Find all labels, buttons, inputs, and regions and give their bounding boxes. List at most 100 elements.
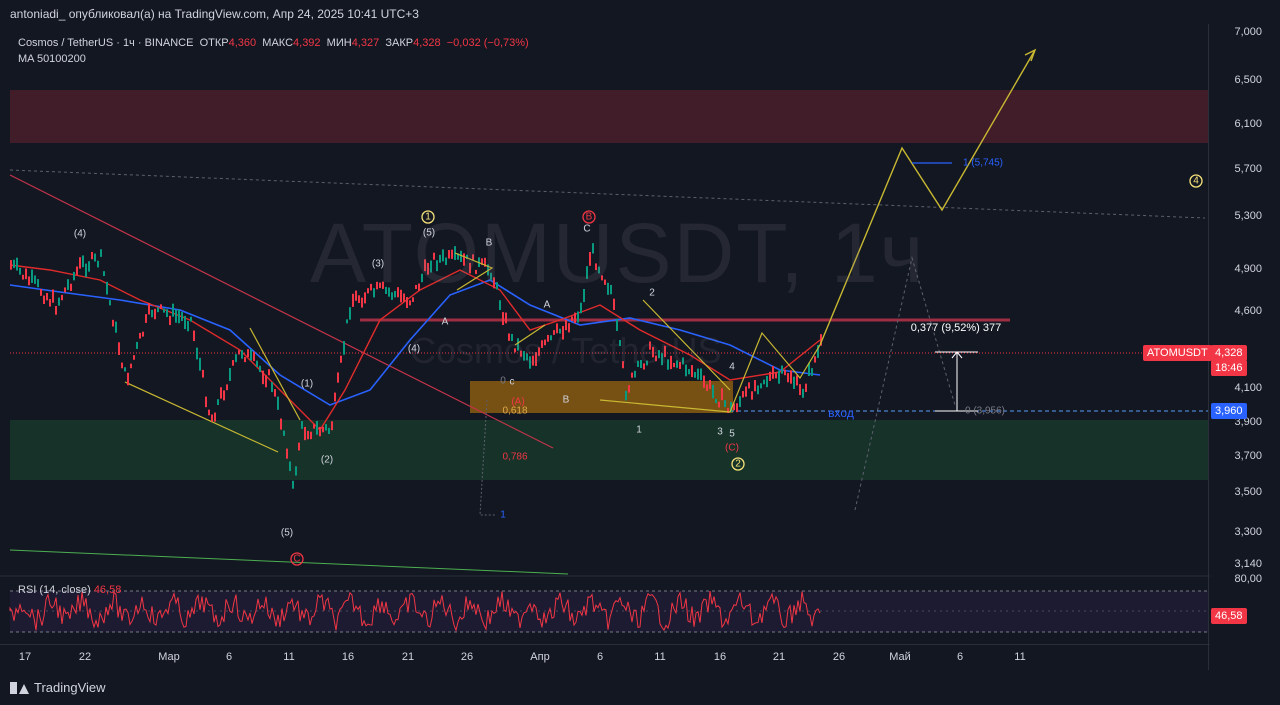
candle [211, 414, 213, 422]
candle [307, 430, 309, 440]
legend-symbol[interactable]: Cosmos / TetherUS · 1ч · BINANCE [18, 37, 193, 49]
time-tick: 16 [341, 651, 355, 663]
entry-level-label: 0 (3,956) [964, 405, 1006, 417]
candle [775, 372, 777, 379]
legend-ma[interactable]: MA 50100200 [18, 51, 529, 67]
author-line: antoniadi_ опубликовал(а) на TradingView… [10, 7, 419, 21]
candle [289, 461, 291, 472]
candle [235, 354, 237, 363]
circle-label: C [293, 553, 301, 565]
time-tick: 16 [713, 651, 727, 663]
candle [163, 308, 165, 313]
candle [784, 369, 786, 376]
candle [787, 373, 789, 383]
candle [220, 387, 222, 399]
candle [706, 384, 708, 391]
candle [754, 380, 756, 392]
candle [37, 279, 39, 288]
candle [169, 315, 171, 326]
wave-label: B [562, 394, 570, 406]
candle [715, 398, 717, 404]
candle [133, 355, 135, 360]
time-tick: 11 [1014, 651, 1026, 663]
time-axis[interactable]: 17 22 Мар 6 11 16 21 26 Апр 6 11 16 21 2… [0, 644, 1210, 671]
candle [736, 403, 738, 413]
candle [154, 308, 156, 320]
candle [130, 363, 132, 369]
candle [766, 375, 768, 388]
time-tick: 21 [401, 651, 415, 663]
candle [118, 342, 120, 355]
candle [241, 350, 243, 359]
time-tick: 6 [225, 651, 233, 663]
candle [745, 386, 747, 397]
candle [34, 275, 36, 284]
tradingview-logo[interactable]: TradingView [10, 680, 106, 695]
candle [94, 253, 96, 262]
candle [52, 289, 54, 303]
candle [226, 384, 228, 391]
candle [262, 370, 264, 385]
time-tick: Мар [158, 651, 180, 663]
candle [721, 388, 723, 401]
candle [799, 384, 801, 396]
candle [313, 424, 315, 429]
symbol-watermark: ATOMUSDT, 1ч [310, 206, 926, 300]
candle [577, 311, 579, 323]
candle [805, 383, 807, 392]
candle [214, 412, 216, 422]
candle [571, 316, 573, 322]
candle [40, 289, 42, 296]
symbol-price-tag: ATOMUSDT [1143, 345, 1212, 361]
candle [238, 350, 240, 355]
time-tick: 11 [654, 651, 666, 663]
candle [331, 421, 333, 431]
support-zone [10, 420, 1208, 480]
candle [256, 360, 258, 367]
candle [232, 360, 234, 366]
candle [319, 426, 321, 437]
price-tick: 6,100 [1234, 118, 1262, 130]
candle [160, 304, 162, 310]
target-label: 1 (5,745) [962, 157, 1004, 169]
candle [172, 303, 174, 317]
rsi-tick: 80,00 [1234, 573, 1262, 585]
candle [565, 319, 567, 331]
candle [631, 372, 633, 378]
wave-label: A [441, 316, 449, 328]
candle [76, 266, 78, 275]
candle [157, 307, 159, 313]
wave-label: (C) [725, 442, 739, 454]
candle [739, 396, 741, 407]
time-tick: 26 [832, 651, 846, 663]
candle [280, 418, 282, 430]
candle [22, 274, 24, 280]
legend-open: 4,360 [228, 37, 257, 49]
wave-label: 5 [729, 428, 735, 440]
candle [43, 295, 45, 305]
chart-legend: Cosmos / TetherUS · 1ч · BINANCE ОТКР4,3… [18, 35, 529, 67]
candle [748, 382, 750, 389]
candle [31, 269, 33, 283]
footer: TradingView [0, 670, 1280, 705]
wave-label: B [485, 237, 493, 249]
candle [322, 426, 324, 433]
rsi-legend[interactable]: RSI (14, close) 46,58 [18, 584, 121, 596]
candle [73, 271, 75, 281]
entry-label: вход [828, 406, 854, 420]
wave-label: (1) [300, 378, 314, 390]
wave-label: (4) [73, 228, 87, 240]
candle [91, 251, 93, 260]
circle-label: B [585, 211, 593, 223]
legend-close: 4,328 [413, 37, 441, 49]
time-tick: 21 [772, 651, 786, 663]
legend-high: 4,392 [293, 37, 321, 49]
candle [781, 365, 783, 374]
candle [628, 385, 630, 393]
candle [703, 375, 705, 388]
candle [67, 279, 69, 290]
rsi-label: RSI (14, close) [18, 584, 91, 596]
candle [334, 392, 336, 402]
price-tick: 5,300 [1234, 210, 1262, 222]
legend-ohlc: Cosmos / TetherUS · 1ч · BINANCE ОТКР4,3… [18, 35, 529, 51]
